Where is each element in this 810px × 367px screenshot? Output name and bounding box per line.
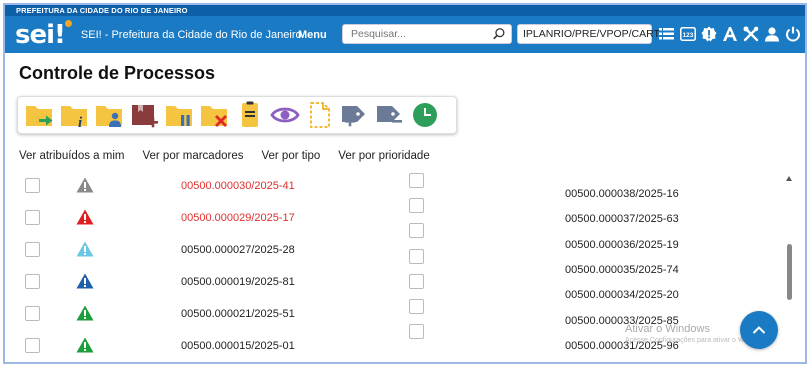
process-link[interactable]: 00500.000029/2025-17 (181, 212, 295, 224)
view-priority-link[interactable]: Ver por prioridade (338, 150, 429, 162)
windows-watermark: Ativar o Windows (625, 323, 710, 335)
browser-frame: PREFEITURA DA CIDADE DO RIO DE JANEIRO s… (3, 3, 807, 364)
svg-text:123: 123 (682, 32, 693, 39)
process-link[interactable]: 00500.000019/2025-81 (181, 276, 295, 288)
alert-gear-icon[interactable] (700, 25, 717, 42)
warning-icon[interactable] (76, 305, 94, 321)
view-links: Ver atribuídos a mim Ver por marcadores … (19, 150, 448, 162)
close-process-icon[interactable] (199, 99, 230, 131)
scroll-up-arrow-icon[interactable] (786, 176, 792, 181)
add-tag-icon[interactable] (339, 99, 370, 131)
row-checkbox[interactable] (25, 274, 40, 289)
row-checkbox[interactable] (409, 173, 424, 188)
font-icon[interactable] (721, 25, 738, 42)
top-icons: 123 (658, 25, 801, 42)
view-assigned-link[interactable]: Ver atribuídos a mim (19, 150, 124, 162)
row-checkbox[interactable] (25, 178, 40, 193)
scroll-thumb[interactable] (787, 244, 792, 300)
back-to-top-button[interactable] (740, 311, 778, 349)
logo-bang: ! (54, 19, 66, 50)
new-document-icon[interactable] (304, 99, 335, 131)
row-checkbox[interactable] (25, 242, 40, 257)
app-title: SEI! - Prefeitura da Cidade do Rio de Ja… (80, 28, 302, 41)
unit-selector[interactable]: IPLANRIO/PRE/VPOP/CART (517, 24, 660, 44)
warning-icon[interactable] (76, 209, 94, 225)
warning-icon[interactable] (76, 337, 94, 353)
sei-logo[interactable]: sei! (15, 19, 72, 50)
process-link[interactable]: 00500.000035/2025-74 (565, 264, 679, 276)
view-markers-link[interactable]: Ver por marcadores (142, 150, 243, 162)
view-type-link[interactable]: Ver por tipo (261, 150, 320, 162)
row-checkbox[interactable] (409, 299, 424, 314)
process-link[interactable]: 00500.000034/2025-20 (565, 289, 679, 301)
row-checkbox[interactable] (25, 210, 40, 225)
row-checkbox[interactable] (409, 324, 424, 340)
process-toolbar: i (17, 96, 457, 134)
scrollbar[interactable] (785, 170, 795, 362)
view-icon[interactable] (269, 99, 300, 131)
page-title: Controle de Processos (19, 62, 216, 83)
warning-icon[interactable] (76, 177, 94, 193)
row-checkbox[interactable] (409, 223, 424, 239)
user-icon[interactable] (763, 25, 780, 42)
process-link[interactable]: 00500.000036/2025-19 (565, 239, 679, 251)
pause-process-icon[interactable] (164, 99, 195, 131)
process-link[interactable]: 00500.000037/2025-63 (565, 213, 679, 225)
new-process-icon[interactable] (24, 99, 55, 131)
row-checkbox[interactable] (25, 306, 40, 321)
tag-icon[interactable] (374, 99, 405, 131)
clock-icon[interactable] (409, 99, 440, 131)
search-box (342, 24, 512, 44)
add-marker-icon[interactable] (129, 99, 160, 131)
row-checkbox[interactable] (409, 273, 424, 289)
process-link[interactable]: 00500.000021/2025-51 (181, 308, 295, 320)
calendar-123-icon[interactable]: 123 (679, 25, 696, 42)
menu-button[interactable]: Menu (298, 29, 327, 41)
search-input[interactable] (343, 28, 488, 40)
process-info-icon[interactable]: i (59, 99, 90, 131)
row-checkbox[interactable] (409, 248, 424, 264)
row-checkbox[interactable] (25, 338, 40, 353)
warning-icon[interactable] (76, 273, 94, 289)
process-link[interactable]: 00500.000027/2025-28 (181, 244, 295, 256)
process-link[interactable]: 00500.000030/2025-41 (181, 180, 295, 192)
search-icon[interactable] (492, 27, 506, 41)
process-link[interactable]: 00500.000015/2025-01 (181, 340, 295, 352)
list-icon[interactable] (658, 25, 675, 42)
logo-dot (64, 19, 72, 27)
logo-text: sei (15, 19, 55, 50)
page-header: Controle de Processos (5, 53, 805, 93)
process-link[interactable]: 00500.000038/2025-16 (565, 188, 679, 200)
tools-icon[interactable] (742, 25, 759, 42)
top-navbar: sei! SEI! - Prefeitura da Cidade do Rio … (5, 16, 805, 53)
gov-strip: PREFEITURA DA CIDADE DO RIO DE JANEIRO (5, 5, 805, 16)
note-icon[interactable] (234, 99, 265, 131)
chevron-up-icon (752, 326, 766, 334)
power-icon[interactable] (784, 25, 801, 42)
warning-icon[interactable] (76, 241, 94, 257)
row-checkbox[interactable] (409, 198, 424, 214)
assign-user-icon[interactable] (94, 99, 125, 131)
